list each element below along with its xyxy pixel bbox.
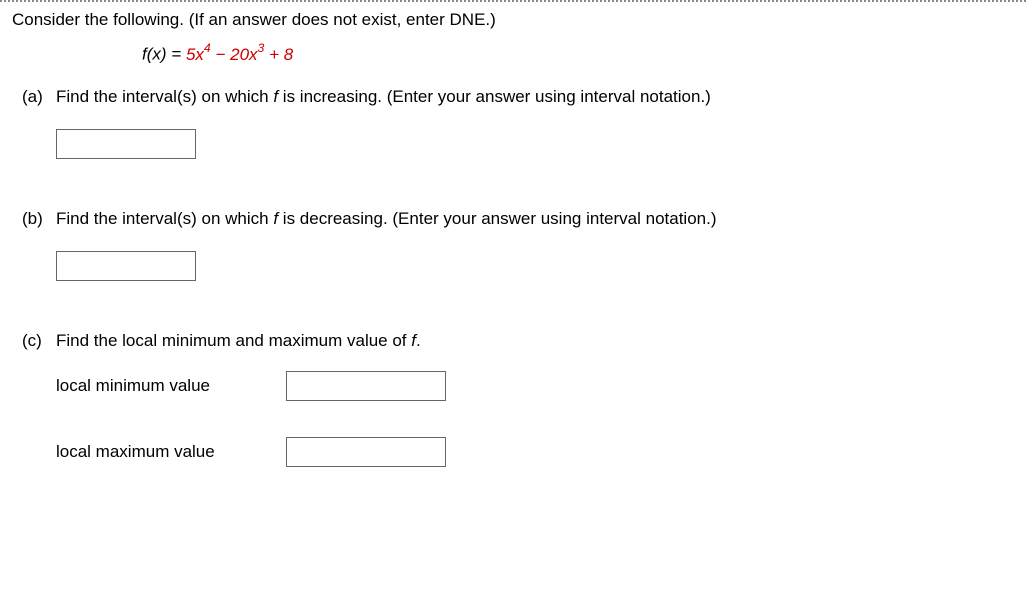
part-c: (c) Find the local minimum and maximum v… <box>12 331 1014 467</box>
local-max-input[interactable] <box>286 437 446 467</box>
local-max-label: local maximum value <box>56 442 256 462</box>
question-container: Consider the following. (If an answer do… <box>0 0 1026 467</box>
part-a-input[interactable] <box>56 129 196 159</box>
part-a-text: Find the interval(s) on which f is incre… <box>56 87 1014 107</box>
formula-rhs: 5x4 − 20x3 + 8 <box>186 45 293 64</box>
part-a-label: (a) <box>12 87 56 107</box>
local-min-input[interactable] <box>286 371 446 401</box>
part-c-text: Find the local minimum and maximum value… <box>56 331 1014 351</box>
formula-lhs: f(x) = <box>142 45 186 64</box>
local-min-label: local minimum value <box>56 376 256 396</box>
intro-text: Consider the following. (If an answer do… <box>12 10 1014 30</box>
part-b-label: (b) <box>12 209 56 229</box>
part-b-text: Find the interval(s) on which f is decre… <box>56 209 1014 229</box>
formula: f(x) = 5x4 − 20x3 + 8 <box>142 42 1014 65</box>
part-b-input[interactable] <box>56 251 196 281</box>
local-min-row: local minimum value <box>56 371 1014 401</box>
part-a: (a) Find the interval(s) on which f is i… <box>12 87 1014 159</box>
local-max-row: local maximum value <box>56 437 1014 467</box>
part-c-label: (c) <box>12 331 56 351</box>
part-b: (b) Find the interval(s) on which f is d… <box>12 209 1014 281</box>
